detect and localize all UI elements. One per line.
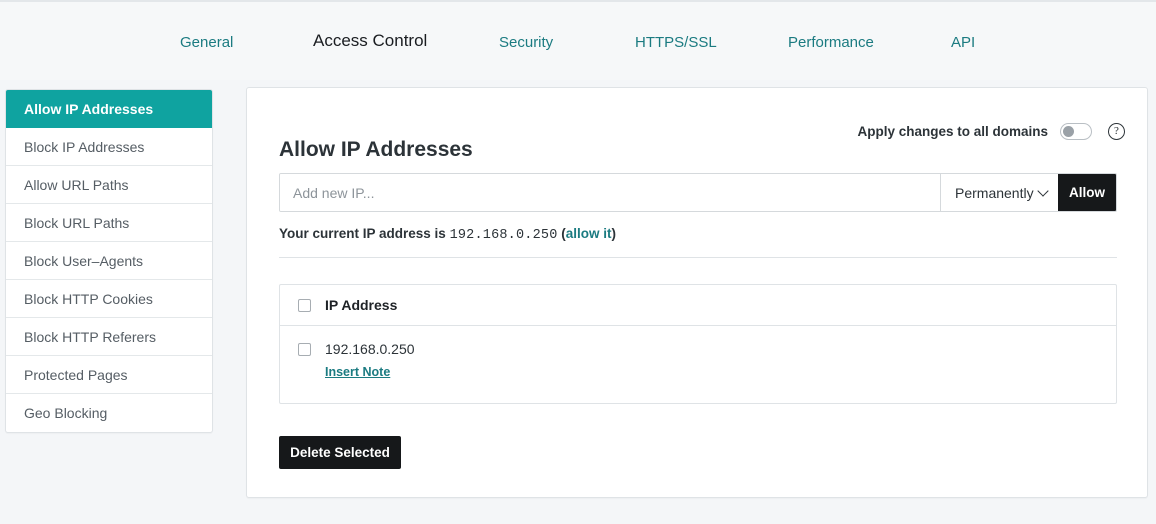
tab-access-control[interactable]: Access Control [313,29,427,53]
sidebar-item-protected-pages[interactable]: Protected Pages [6,356,212,394]
sidebar-item-block-url-paths[interactable]: Block URL Paths [6,204,212,242]
settings-tabs: General Access Control Security HTTPS/SS… [0,30,1156,58]
table-row-body: 192.168.0.250 Insert Note [325,342,415,379]
toggle-knob [1063,126,1074,137]
table-row: 192.168.0.250 Insert Note [280,326,1116,403]
top-navigation-bar: General Access Control Security HTTPS/SS… [0,0,1156,80]
row-ip-address: 192.168.0.250 [325,342,415,357]
tab-https-ssl[interactable]: HTTPS/SSL [635,30,717,56]
delete-selected-button[interactable]: Delete Selected [279,436,401,469]
apply-all-domains-toggle[interactable] [1060,123,1092,140]
tab-security[interactable]: Security [499,30,553,56]
current-ip-prefix: Your current IP address is [279,226,446,241]
duration-select-wrapper: Permanently [940,174,1058,211]
sidebar-item-allow-url-paths[interactable]: Allow URL Paths [6,166,212,204]
select-all-checkbox[interactable] [298,299,311,312]
tab-general[interactable]: General [180,30,233,56]
duration-select[interactable]: Permanently [940,174,1058,211]
current-ip-value: 192.168.0.250 [450,228,558,243]
add-ip-input[interactable] [280,174,940,211]
allow-button[interactable]: Allow [1058,174,1116,211]
row-select-checkbox[interactable] [298,343,311,356]
sidebar-item-block-http-cookies[interactable]: Block HTTP Cookies [6,280,212,318]
ip-address-table: IP Address 192.168.0.250 Insert Note [279,284,1117,404]
help-icon[interactable]: ? [1108,123,1125,140]
section-divider [279,257,1117,258]
current-ip-open-paren: ( [558,226,566,241]
panel-header: Allow IP Addresses Apply changes to all … [279,121,1125,153]
add-ip-form: Permanently Allow [279,173,1117,212]
access-control-sidebar: Allow IP Addresses Block IP Addresses Al… [5,89,213,433]
current-ip-notice: Your current IP address is 192.168.0.250… [279,226,616,243]
column-header-ip-address: IP Address [325,297,397,313]
sidebar-item-block-user-agents[interactable]: Block User–Agents [6,242,212,280]
insert-note-link[interactable]: Insert Note [325,365,390,379]
tab-performance[interactable]: Performance [788,30,874,56]
sidebar-item-geo-blocking[interactable]: Geo Blocking [6,394,212,432]
sidebar-item-allow-ip-addresses[interactable]: Allow IP Addresses [6,90,212,128]
current-ip-close-paren: ) [612,226,617,241]
table-header-row: IP Address [280,285,1116,326]
sidebar-item-block-http-referers[interactable]: Block HTTP Referers [6,318,212,356]
sidebar-item-block-ip-addresses[interactable]: Block IP Addresses [6,128,212,166]
panel-header-controls: Apply changes to all domains ? [857,123,1125,140]
page-title: Allow IP Addresses [279,135,473,165]
allow-it-link[interactable]: allow it [566,226,612,241]
tab-api[interactable]: API [951,30,975,56]
apply-all-domains-label: Apply changes to all domains [857,124,1048,139]
allow-ip-addresses-panel: Allow IP Addresses Apply changes to all … [246,87,1148,498]
